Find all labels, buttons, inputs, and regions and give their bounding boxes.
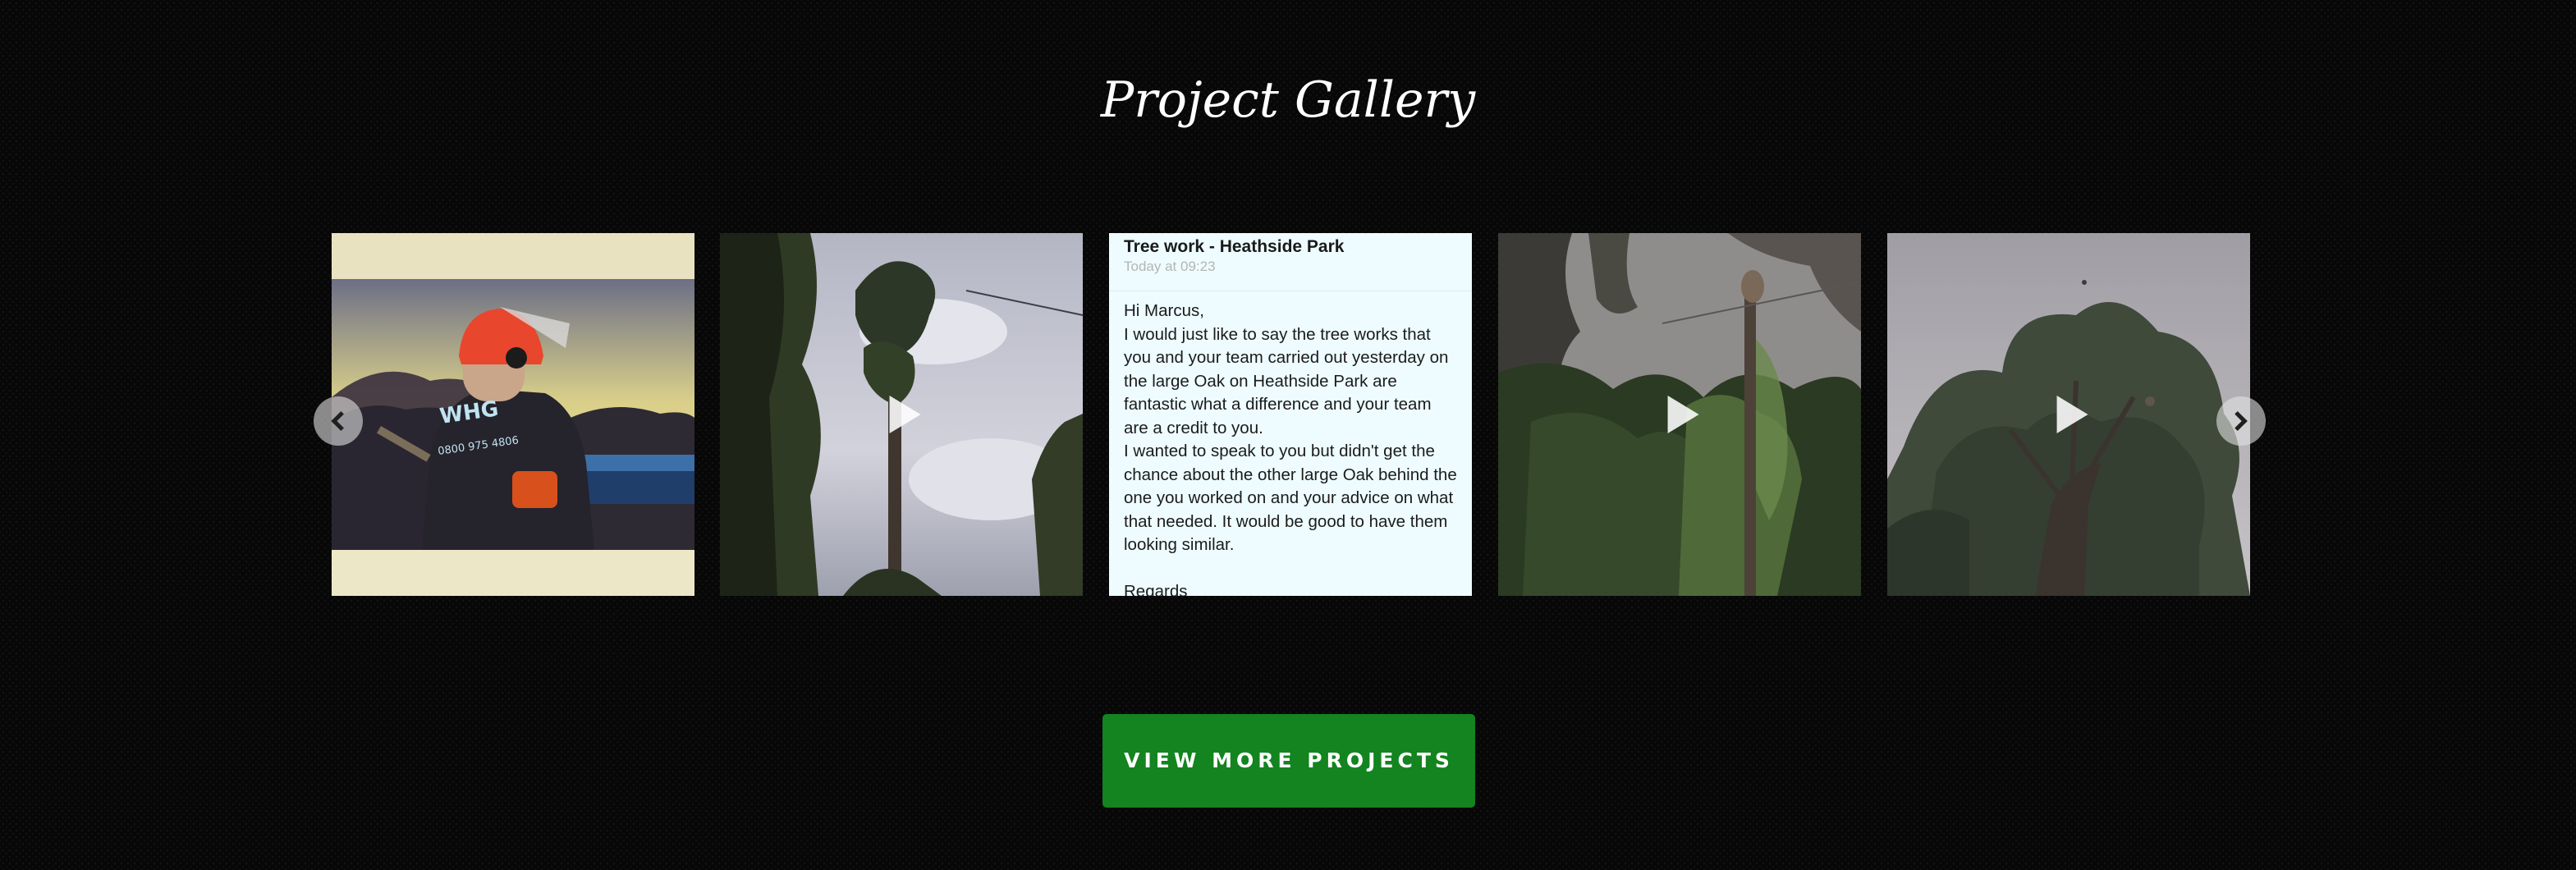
arborist-photo-image: WHG 0800 975 4806 bbox=[332, 233, 694, 596]
email-greeting: Hi Marcus, bbox=[1124, 301, 1204, 320]
project-gallery-section: Project Gallery WHG 0800 975 4806 Tree w… bbox=[0, 0, 2576, 870]
email-paragraph: I wanted to speak to you but didn't get … bbox=[1124, 442, 1457, 554]
play-icon[interactable] bbox=[889, 396, 921, 433]
email-signoff: Regards bbox=[1124, 581, 1188, 597]
gallery-item-video-climber[interactable] bbox=[1498, 233, 1861, 596]
play-icon[interactable] bbox=[1667, 396, 1699, 433]
gallery-carousel: WHG 0800 975 4806 Tree work - Heathside … bbox=[0, 233, 2576, 596]
chevron-left-icon bbox=[331, 410, 351, 432]
email-header: Tree work - Heathside Park Today at 09:2… bbox=[1109, 233, 1472, 291]
gallery-item-video-oak[interactable] bbox=[1887, 233, 2250, 596]
gallery-item-arborist-photo[interactable]: WHG 0800 975 4806 bbox=[332, 233, 694, 596]
gallery-item-email-testimonial[interactable]: Tree work - Heathside Park Today at 09:2… bbox=[1109, 233, 1472, 596]
carousel-next-button[interactable] bbox=[2216, 396, 2266, 446]
chevron-right-icon bbox=[2227, 410, 2248, 432]
email-timestamp: Today at 09:23 bbox=[1124, 259, 1216, 274]
gallery-item-video-pine[interactable] bbox=[720, 233, 1083, 596]
email-body: Hi Marcus, I would just like to say the … bbox=[1109, 291, 1472, 596]
carousel-prev-button[interactable] bbox=[314, 396, 363, 446]
email-paragraph: I would just like to say the tree works … bbox=[1124, 324, 1449, 437]
view-more-projects-button[interactable]: VIEW MORE PROJECTS bbox=[1102, 714, 1475, 808]
email-subject: Tree work - Heathside Park bbox=[1124, 237, 1345, 256]
play-icon[interactable] bbox=[2056, 396, 2088, 433]
section-title: Project Gallery bbox=[1100, 71, 1476, 129]
